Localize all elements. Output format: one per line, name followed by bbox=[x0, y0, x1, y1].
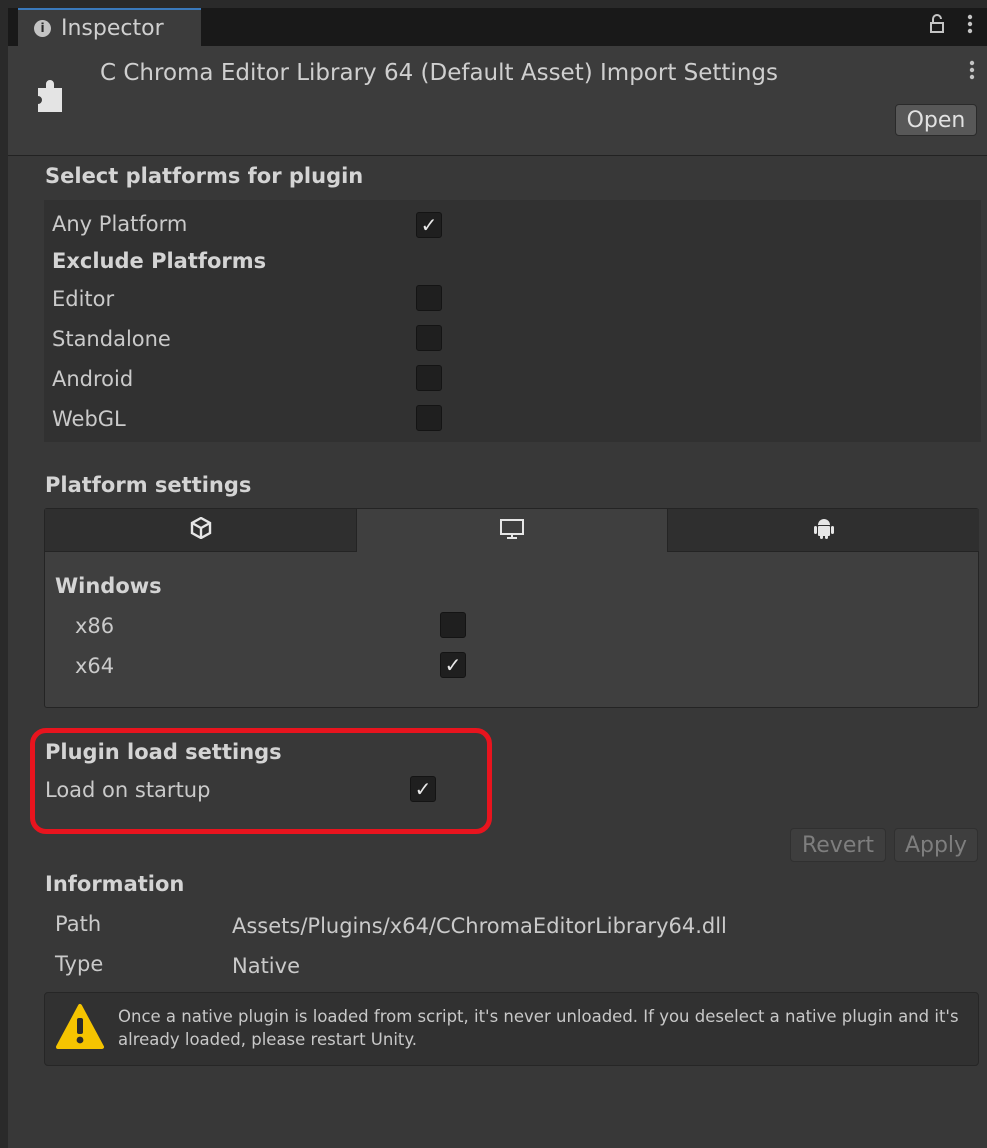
type-value: Native bbox=[232, 954, 300, 978]
exclude-android-label: Android bbox=[52, 367, 134, 391]
path-label: Path bbox=[55, 912, 102, 936]
x86-label: x86 bbox=[75, 614, 115, 638]
type-label: Type bbox=[55, 952, 104, 976]
exclude-editor-checkbox[interactable] bbox=[416, 285, 442, 311]
tab-bar: i Inspector bbox=[8, 8, 987, 46]
any-platform-checkbox[interactable]: ✓ bbox=[416, 212, 442, 238]
tab-standalone-platform[interactable] bbox=[357, 509, 668, 552]
x86-checkbox[interactable] bbox=[440, 612, 466, 638]
x64-checkbox[interactable]: ✓ bbox=[440, 652, 466, 678]
exclude-webgl-label: WebGL bbox=[52, 407, 126, 431]
open-button[interactable]: Open bbox=[895, 104, 977, 136]
exclude-webgl-checkbox[interactable] bbox=[416, 405, 442, 431]
monitor-icon bbox=[499, 518, 525, 544]
load-on-startup-label: Load on startup bbox=[45, 778, 211, 802]
info-icon: i bbox=[34, 19, 51, 37]
exclude-standalone-label: Standalone bbox=[52, 327, 171, 351]
revert-button[interactable]: Revert bbox=[790, 828, 886, 862]
exclude-platforms-title: Exclude Platforms bbox=[52, 249, 267, 273]
select-platforms-title: Select platforms for plugin bbox=[45, 164, 364, 188]
plugin-puzzle-icon bbox=[32, 74, 68, 114]
kebab-menu-icon[interactable] bbox=[969, 60, 975, 86]
load-on-startup-checkbox[interactable]: ✓ bbox=[410, 776, 436, 802]
platform-settings-box bbox=[44, 508, 979, 708]
warning-icon bbox=[55, 1003, 105, 1051]
warning-helpbox: Once a native plugin is loaded from scri… bbox=[44, 992, 979, 1066]
plugin-load-settings-title: Plugin load settings bbox=[45, 740, 282, 764]
exclude-editor-label: Editor bbox=[52, 287, 115, 311]
tab-label: Inspector bbox=[61, 15, 164, 41]
asset-header: C Chroma Editor Library 64 (Default Asse… bbox=[8, 46, 987, 156]
tab-inspector[interactable]: i Inspector bbox=[18, 8, 201, 46]
platform-list bbox=[44, 200, 981, 442]
lock-icon[interactable] bbox=[929, 14, 945, 39]
inspector-panel: C Chroma Editor Library 64 (Default Asse… bbox=[8, 46, 987, 1148]
unity-logo-icon bbox=[190, 516, 212, 543]
tab-android-platform[interactable] bbox=[668, 509, 979, 552]
warning-text: Once a native plugin is loaded from scri… bbox=[118, 1007, 959, 1049]
x64-label: x64 bbox=[75, 654, 115, 678]
android-icon bbox=[813, 516, 835, 544]
windows-title: Windows bbox=[55, 574, 162, 598]
exclude-android-checkbox[interactable] bbox=[416, 365, 442, 391]
information-title: Information bbox=[45, 872, 185, 896]
exclude-standalone-checkbox[interactable] bbox=[416, 325, 442, 351]
tab-default-platform[interactable] bbox=[45, 509, 357, 552]
tab-tools bbox=[929, 14, 973, 39]
kebab-menu-icon[interactable] bbox=[967, 14, 973, 39]
platform-settings-title: Platform settings bbox=[45, 473, 252, 497]
path-value: Assets/Plugins/x64/CChromaEditorLibrary6… bbox=[232, 914, 727, 938]
apply-button[interactable]: Apply bbox=[894, 828, 978, 862]
any-platform-label: Any Platform bbox=[52, 212, 188, 236]
asset-title: C Chroma Editor Library 64 (Default Asse… bbox=[100, 60, 778, 86]
